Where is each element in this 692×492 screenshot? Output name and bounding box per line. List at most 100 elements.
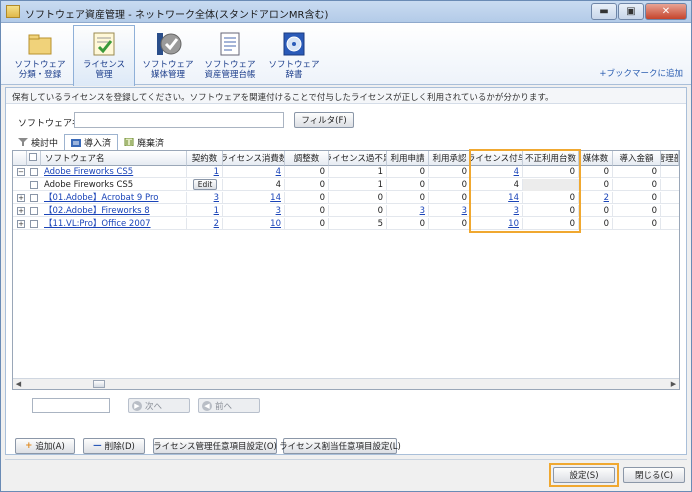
col-header-contracts[interactable]: 契約数 <box>187 151 223 166</box>
col-header-approval[interactable]: 利用承認 <box>429 151 471 166</box>
col-header-software-name[interactable]: ソフトウェア名 <box>41 151 187 166</box>
cell-consumed[interactable]: 14 <box>223 192 285 204</box>
row-checkbox[interactable] <box>30 194 38 202</box>
table-row[interactable]: + 【02.Adobe】Fireworks 8 1 3 0 0 3 3 3 0 … <box>13 205 679 217</box>
add-button[interactable]: + 追加(A) <box>15 438 75 454</box>
license-custom-fields-button[interactable]: ライセンス管理任意項目設定(O) <box>153 438 277 454</box>
cell-contracts[interactable]: 2 <box>187 218 223 230</box>
horizontal-scrollbar[interactable]: ◀ ▶ <box>13 378 679 389</box>
row-checkbox[interactable] <box>30 220 38 228</box>
cell-media: 0 <box>579 166 613 178</box>
cell-consumed[interactable]: 3 <box>223 205 285 217</box>
table-row[interactable]: Adobe Fireworks CS5 Edit 4 0 1 0 0 4 0 0 <box>13 179 679 191</box>
edit-button[interactable]: Edit <box>193 179 217 190</box>
table-row[interactable]: − Adobe Fireworks CS5 1 4 0 1 0 0 4 0 0 … <box>13 166 679 178</box>
cell-consumed[interactable]: 4 <box>223 166 285 178</box>
col-header-unauthorized[interactable]: 不正利用台数 <box>523 151 579 166</box>
expander-header <box>13 151 27 166</box>
cell-request: 0 <box>387 166 429 178</box>
software-name-link[interactable]: 【11.VL:Pro】Office 2007 <box>41 218 187 230</box>
cell-consumed[interactable]: 10 <box>223 218 285 230</box>
cell-cost: 0 <box>613 179 661 191</box>
minimize-button[interactable]: ▬ <box>591 3 617 20</box>
tab-disposed[interactable]: 廃棄済 <box>118 134 170 150</box>
license-check-icon <box>90 30 118 58</box>
ok-button[interactable]: 設定(S) <box>553 467 615 483</box>
col-header-granted[interactable]: ライセンス付与 <box>471 151 523 166</box>
filter-button[interactable]: フィルタ(F) <box>294 112 354 128</box>
cell-contracts: Edit <box>187 179 223 191</box>
cell-contracts[interactable]: 1 <box>187 166 223 178</box>
next-page-button[interactable]: ▶ 次へ <box>128 398 190 413</box>
assign-custom-fields-button[interactable]: ライセンス割当任意項目設定(L) <box>279 438 401 454</box>
close-window-button[interactable]: ✕ <box>645 3 687 20</box>
cell-granted[interactable]: 4 <box>471 166 523 178</box>
row-expander[interactable]: − <box>17 168 25 176</box>
cell-request[interactable]: 3 <box>387 205 429 217</box>
ribbon-item-asset-ledger[interactable]: ソフトウェア 資産管理台帳 <box>199 26 261 84</box>
prev-page-button[interactable]: ◀ 前へ <box>198 398 260 413</box>
footer-divider <box>5 459 687 460</box>
ribbon-item-software-classification[interactable]: ソフトウェア 分類・登録 <box>9 26 71 84</box>
cell-unauthorized: 0 <box>523 218 579 230</box>
col-header-consumed[interactable]: ライセンス消費数 <box>223 151 285 166</box>
row-checkbox[interactable] <box>30 207 38 215</box>
license-grid: ソフトウェア名 契約数 ライセンス消費数 調整数 ライセンス過不足 利用申請 利… <box>12 149 680 390</box>
row-expander[interactable]: + <box>17 194 25 202</box>
col-header-media[interactable]: 媒体数 <box>579 151 613 166</box>
col-header-adjustment[interactable]: 調整数 <box>285 151 329 166</box>
cell-unauthorized: 0 <box>523 166 579 178</box>
cell-granted[interactable]: 10 <box>471 218 523 230</box>
col-header-request[interactable]: 利用申請 <box>387 151 429 166</box>
close-button[interactable]: 閉じる(C) <box>623 467 685 483</box>
ribbon-item-media-management[interactable]: ソフトウェア 媒体管理 <box>137 26 199 84</box>
cell-cost: 0 <box>613 192 661 204</box>
row-checkbox[interactable] <box>30 168 38 176</box>
ribbon-item-dictionary[interactable]: ソフトウェア 辞書 <box>263 26 325 84</box>
table-row[interactable]: + 【11.VL:Pro】Office 2007 2 10 0 5 0 0 10… <box>13 218 679 230</box>
cell-granted[interactable]: 3 <box>471 205 523 217</box>
row-expander[interactable]: + <box>17 220 25 228</box>
arrow-left-icon: ◀ <box>202 400 212 411</box>
maximize-button[interactable]: ▣ <box>618 3 644 20</box>
scroll-left-icon[interactable]: ◀ <box>14 380 23 389</box>
cell-contracts[interactable]: 1 <box>187 205 223 217</box>
page-input[interactable] <box>32 398 110 413</box>
cell-cost: 0 <box>613 166 661 178</box>
ribbon-label: 分類・登録 <box>18 70 62 80</box>
ribbon-label: ソフトウェア <box>14 60 66 70</box>
col-header-dept[interactable]: 管理部 <box>661 151 679 166</box>
cell-granted[interactable]: 14 <box>471 192 523 204</box>
cell-contracts[interactable]: 3 <box>187 192 223 204</box>
col-header-cost[interactable]: 導入金額 <box>613 151 661 166</box>
software-name-link[interactable]: 【01.Adobe】Acrobat 9 Pro <box>41 192 187 204</box>
delete-label: 削除(D) <box>104 442 135 452</box>
info-message: 保有しているライセンスを登録してください。ソフトウェアを関連付けることで付与した… <box>6 88 686 104</box>
software-name-link[interactable]: 【02.Adobe】Fireworks 8 <box>41 205 187 217</box>
tab-installed[interactable]: 導入済 <box>64 134 119 150</box>
software-name-link[interactable]: Adobe Fireworks CS5 <box>41 166 187 178</box>
ribbon-label: 媒体管理 <box>150 70 185 80</box>
select-all-checkbox[interactable] <box>29 153 37 161</box>
delete-button[interactable]: — 削除(D) <box>83 438 145 454</box>
row-checkbox[interactable] <box>30 181 38 189</box>
dictionary-cd-icon <box>280 30 308 58</box>
cell-shortage: 1 <box>329 179 387 191</box>
table-row[interactable]: + 【01.Adobe】Acrobat 9 Pro 3 14 0 0 0 0 1… <box>13 192 679 204</box>
cell-consumed: 4 <box>223 179 285 191</box>
cell-shortage: 1 <box>329 166 387 178</box>
cell-approval[interactable]: 3 <box>429 205 471 217</box>
tab-under-review[interactable]: 検討中 <box>12 134 64 150</box>
ribbon-label: ソフトウェア <box>204 60 256 70</box>
col-header-shortage[interactable]: ライセンス過不足 <box>329 151 387 166</box>
software-name-input[interactable] <box>74 112 284 128</box>
add-bookmark-link[interactable]: +ブックマークに追加 <box>599 67 683 79</box>
scroll-thumb[interactable] <box>93 380 105 388</box>
tab-label: 廃棄済 <box>137 138 165 149</box>
ribbon-item-license-management[interactable]: ライセンス 管理 <box>73 25 135 86</box>
cell-media[interactable]: 2 <box>579 192 613 204</box>
scroll-right-icon[interactable]: ▶ <box>669 380 678 389</box>
ribbon-label: ソフトウェア <box>268 60 320 70</box>
minus-icon: — <box>93 441 102 451</box>
row-expander[interactable]: + <box>17 207 25 215</box>
